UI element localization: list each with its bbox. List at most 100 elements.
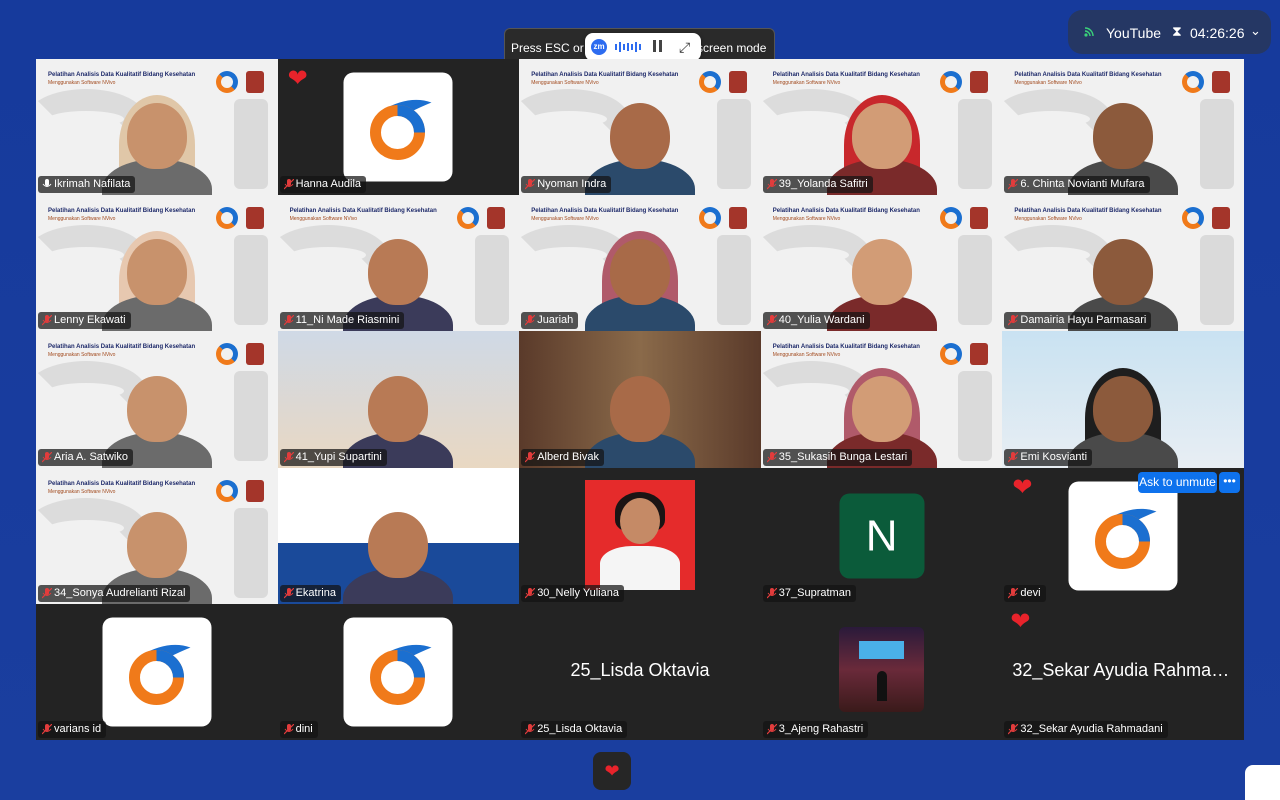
muted-mic-icon xyxy=(42,723,52,735)
participant-name: 6. Chinta Novianti Mufara xyxy=(1020,178,1145,191)
participant-tile[interactable]: Pelatihan Analisis Data Kualitatif Bidan… xyxy=(760,195,1003,332)
participant-tile[interactable]: Pelatihan Analisis Data Kualitatif Bidan… xyxy=(519,195,761,332)
participant-tile[interactable]: Alberd Bivak xyxy=(519,331,761,468)
participant-name: Damairia Hayu Parmasari xyxy=(1020,314,1147,327)
muted-mic-icon xyxy=(1008,315,1019,326)
live-stream-status[interactable]: YouTube ⧗ 04:26:26 ⌄ xyxy=(1068,10,1271,54)
participant-name-label: Nyoman Indra xyxy=(521,176,612,194)
muted-mic-icon xyxy=(525,179,536,190)
participant-tile[interactable]: 32_Sekar Ayudia Rahmad... ❤ 32_Sekar Ayudi… xyxy=(1002,603,1244,740)
participant-name-label: 37_Supratman xyxy=(762,584,856,602)
participant-name: 34_Sonya Audrelianti Rizal xyxy=(54,586,186,599)
participant-tile[interactable]: 25_Lisda Oktavia 25_Lisda Oktavia xyxy=(519,603,761,740)
muted-mic-icon xyxy=(766,315,777,326)
participant-name: devi xyxy=(1020,586,1041,599)
participant-tile[interactable]: ❤ Hanna Audila xyxy=(277,59,520,196)
side-panel-edge xyxy=(1245,765,1280,800)
avatar-initial: N xyxy=(839,493,925,579)
participant-name: 32_Sekar Ayudia Rahmadani xyxy=(1020,722,1163,735)
audio-wave-icon xyxy=(615,42,641,52)
participant-tile[interactable]: varians id xyxy=(36,603,278,740)
share-control-pill: zm ⤢ xyxy=(585,33,701,61)
participant-tile[interactable]: 30_Nelly Yuliana xyxy=(519,467,761,604)
participant-name-label: 39_Yolanda Safitri xyxy=(762,176,873,194)
participant-name-label: Aria A. Satwiko xyxy=(38,448,133,466)
participant-name-label: dini xyxy=(279,720,318,738)
participant-tile[interactable]: Pelatihan Analisis Data Kualitatif Bidan… xyxy=(277,195,520,332)
participant-tile[interactable]: N 37_Supratman xyxy=(760,467,1003,604)
participant-name-label: 35_Sukasih Bunga Lestari xyxy=(762,448,913,466)
participant-tile[interactable]: Pelatihan Analisis Data Kualitatif Bidan… xyxy=(1002,195,1244,332)
participant-name-label: Juariah xyxy=(521,312,579,330)
muted-mic-icon xyxy=(525,315,536,326)
participant-name-label: 3_Ajeng Rahastri xyxy=(762,720,869,738)
participant-tile[interactable]: Pelatihan Analisis Data Kualitatif Bidan… xyxy=(760,59,1003,196)
participant-tile[interactable]: Ekatrina xyxy=(277,467,520,604)
heart-icon: ❤ xyxy=(604,761,620,781)
participant-name: Juariah xyxy=(537,314,574,327)
muted-mic-icon xyxy=(766,587,777,599)
participant-name: varians id xyxy=(54,722,102,735)
banner-right-text: screen mode xyxy=(697,41,767,55)
participant-name: Nyoman Indra xyxy=(537,178,607,191)
muted-mic-icon xyxy=(283,723,294,735)
participant-name: Hanna Audila xyxy=(295,178,362,191)
pause-icon[interactable] xyxy=(651,40,663,54)
participant-name-label: Emi Kosvianti xyxy=(1004,448,1093,466)
participant-tile[interactable]: 3_Ajeng Rahastri xyxy=(760,603,1003,740)
participant-name-label: 6. Chinta Novianti Mufara xyxy=(1004,176,1150,194)
brand-logo-icon xyxy=(128,644,191,705)
participant-name-label: 30_Nelly Yuliana xyxy=(521,584,624,602)
participant-tile[interactable]: Pelatihan Analisis Data Kualitatif Bidan… xyxy=(36,195,278,332)
participant-name: 11_Ni Made Riasmini xyxy=(295,314,400,327)
muted-mic-icon xyxy=(42,451,52,462)
muted-mic-icon xyxy=(283,179,294,190)
participant-tile[interactable]: 41_Yupi Supartini xyxy=(277,331,520,468)
muted-mic-icon xyxy=(766,451,777,462)
chevron-down-icon[interactable]: ⌄ xyxy=(1250,23,1261,39)
heart-reaction-button[interactable]: ❤ xyxy=(593,752,631,790)
muted-mic-icon xyxy=(766,179,777,190)
participant-name: dini xyxy=(295,722,313,735)
participant-tile[interactable]: Pelatihan Analisis Data Kualitatif Bidan… xyxy=(519,59,761,196)
ask-to-unmute-button[interactable]: Ask to unmute xyxy=(1138,472,1217,493)
avatar xyxy=(343,72,453,182)
muted-mic-icon xyxy=(42,587,52,599)
brand-logo-icon xyxy=(1095,508,1157,569)
zoom-logo-icon: zm xyxy=(591,39,607,55)
participant-name-label: Ekatrina xyxy=(279,584,341,602)
participant-tile[interactable]: Emi Kosvianti xyxy=(1002,331,1244,468)
participant-display-name: 25_Lisda Oktavia xyxy=(570,659,710,680)
participant-tile[interactable]: Pelatihan Analisis Data Kualitatif Bidan… xyxy=(760,331,1003,468)
speaking-mic-icon xyxy=(42,179,52,188)
participant-name: Emi Kosvianti xyxy=(1020,450,1088,463)
avatar xyxy=(102,617,212,727)
more-options-button[interactable]: ••• xyxy=(1219,472,1240,493)
profile-photo xyxy=(585,479,696,590)
participant-name: 39_Yolanda Safitri xyxy=(778,178,868,191)
participant-tile[interactable]: Pelatihan Analisis Data Kualitatif Bidan… xyxy=(36,467,278,604)
participant-name-label: varians id xyxy=(38,720,107,738)
brand-logo-icon xyxy=(370,644,432,705)
gallery-view: Pelatihan Analisis Data Kualitatif Bidan… xyxy=(36,59,1244,740)
participant-name-label: 41_Yupi Supartini xyxy=(279,448,387,466)
participant-name: Alberd Bivak xyxy=(537,450,599,463)
expand-icon[interactable]: ⤢ xyxy=(679,39,690,56)
participant-name: 25_Lisda Oktavia xyxy=(537,722,623,735)
muted-mic-icon xyxy=(1008,179,1019,190)
muted-mic-icon xyxy=(1008,723,1019,735)
heart-icon: ❤ xyxy=(1010,607,1031,635)
participant-tile[interactable]: Pelatihan Analisis Data Kualitatif Bidan… xyxy=(36,331,278,468)
participant-tile[interactable]: dini xyxy=(277,603,520,740)
stream-elapsed-time: 04:26:26 xyxy=(1190,25,1245,41)
participant-name-label: Lenny Ekawati xyxy=(38,312,131,330)
participant-name-label: Ikrimah Nafilata xyxy=(38,176,136,194)
muted-mic-icon xyxy=(283,315,294,326)
heart-icon: ❤ xyxy=(287,65,308,92)
stream-service-label: YouTube xyxy=(1106,25,1162,41)
participant-name: Lenny Ekawati xyxy=(54,314,126,327)
participant-video xyxy=(338,484,458,604)
participant-tile[interactable]: Pelatihan Analisis Data Kualitatif Bidan… xyxy=(1002,59,1244,196)
banner-left-text: Press ESC or c xyxy=(511,41,594,55)
participant-tile[interactable]: Pelatihan Analisis Data Kualitatif Bidan… xyxy=(36,59,278,196)
